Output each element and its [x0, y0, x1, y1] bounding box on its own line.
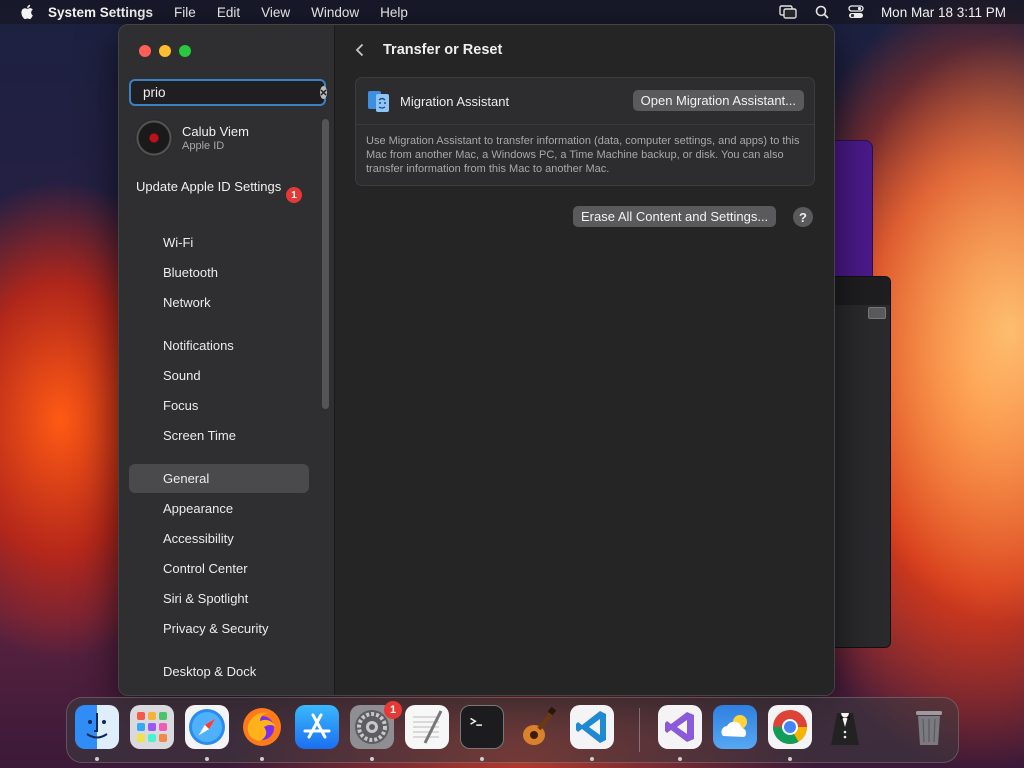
dock-finder-icon[interactable] — [75, 705, 119, 749]
dock-firefox-icon[interactable] — [240, 705, 284, 749]
sidebar-item-accessibility[interactable]: Accessibility — [129, 524, 309, 553]
sidebar-item-desktop-dock[interactable]: Desktop & Dock — [129, 657, 309, 686]
dock-launchpad-icon[interactable] — [130, 705, 174, 749]
minimize-window-button[interactable] — [159, 45, 171, 57]
update-apple-id-settings[interactable]: Update Apple ID Settings — [136, 179, 306, 195]
menu-window[interactable]: Window — [311, 5, 359, 20]
system-settings-badge: 1 — [384, 701, 402, 719]
dock-app-store-icon[interactable] — [295, 705, 339, 749]
sidebar-item-sound[interactable]: Sound — [129, 361, 309, 390]
avatar — [135, 119, 173, 157]
close-window-button[interactable] — [139, 45, 151, 57]
sidebar-item-control-center[interactable]: Control Center — [129, 554, 309, 583]
sidebar-item-label: Focus — [163, 398, 199, 413]
dock-weather-icon[interactable] — [713, 705, 757, 749]
sidebar-item-label: Network — [163, 295, 211, 310]
sidebar: Calub Viem Apple ID Update Apple ID Sett… — [119, 25, 335, 695]
menu-file[interactable]: File — [174, 5, 196, 20]
update-badge: 1 — [286, 187, 302, 203]
sidebar-scrollbar[interactable] — [322, 119, 329, 409]
menu-bar: System Settings File Edit View Window He… — [0, 0, 1024, 24]
menu-view[interactable]: View — [261, 5, 290, 20]
spotlight-search-icon[interactable] — [813, 4, 831, 20]
dock-chrome-icon[interactable] — [768, 705, 812, 749]
sidebar-item-privacy-security[interactable]: Privacy & Security — [129, 614, 309, 643]
migration-assistant-icon — [368, 91, 389, 112]
help-button[interactable]: ? — [793, 207, 813, 227]
search-input[interactable] — [143, 85, 320, 100]
sidebar-item-general[interactable]: General — [129, 464, 309, 493]
search-field[interactable] — [129, 79, 327, 106]
running-indicator — [678, 757, 682, 761]
clear-search-icon[interactable] — [320, 86, 327, 99]
sidebar-item-label: Accessibility — [163, 531, 234, 546]
sidebar-item-siri-spotlight[interactable]: Siri & Spotlight — [129, 584, 309, 613]
sidebar-item-screen-time[interactable]: Screen Time — [129, 421, 309, 450]
running-indicator — [480, 757, 484, 761]
main-content: Transfer or Reset Migration Assistant Op… — [335, 25, 834, 695]
page-title: Transfer or Reset — [383, 42, 503, 58]
sidebar-item-label: Wi-Fi — [163, 235, 194, 250]
zoom-window-button[interactable] — [179, 45, 191, 57]
sidebar-item-network[interactable]: Network — [129, 288, 309, 317]
running-indicator — [95, 757, 99, 761]
dock-textedit-icon[interactable] — [405, 705, 449, 749]
menu-edit[interactable]: Edit — [217, 5, 240, 20]
sidebar-item-appearance[interactable]: Appearance — [129, 494, 309, 523]
dock-terminal-icon[interactable] — [460, 705, 504, 749]
back-chevron-icon[interactable] — [355, 41, 369, 59]
sidebar-item-label: General — [163, 471, 210, 486]
sidebar-item-label: Bluetooth — [163, 265, 218, 280]
migration-assistant-card: Migration Assistant Open Migration Assis… — [355, 77, 815, 186]
window-controls — [139, 45, 199, 57]
card-divider — [356, 124, 814, 125]
sidebar-item-label: Privacy & Security — [163, 621, 269, 636]
sidebar-item-label: Appearance — [163, 501, 234, 516]
dock-bartender-icon[interactable] — [823, 705, 867, 749]
sidebar-item-focus[interactable]: Focus — [129, 391, 309, 420]
sidebar-item-label: Sound — [163, 368, 201, 383]
screen-mirroring-icon[interactable] — [779, 4, 797, 20]
dock: 1 — [66, 697, 959, 763]
apple-id-account[interactable]: Calub Viem Apple ID — [135, 119, 249, 157]
running-indicator — [788, 757, 792, 761]
background-window-button — [868, 307, 886, 319]
apple-logo-icon[interactable] — [20, 4, 34, 20]
account-subtitle: Apple ID — [182, 140, 225, 152]
running-indicator — [590, 757, 594, 761]
menu-app-name[interactable]: System Settings — [48, 5, 153, 20]
page-header: Transfer or Reset — [355, 41, 502, 59]
sidebar-item-label: Siri & Spotlight — [163, 591, 249, 606]
dock-separator — [639, 708, 640, 752]
running-indicator — [260, 757, 264, 761]
dock-safari-icon[interactable] — [185, 705, 229, 749]
open-migration-assistant-button[interactable]: Open Migration Assistant... — [632, 90, 804, 111]
sidebar-item-wifi[interactable]: Wi-Fi — [129, 228, 309, 257]
dock-trash-icon[interactable] — [907, 705, 951, 749]
running-indicator — [370, 757, 374, 761]
sidebar-item-notifications[interactable]: Notifications — [129, 331, 309, 360]
sidebar-item-label: Screen Time — [163, 428, 236, 443]
erase-all-content-button[interactable]: Erase All Content and Settings... — [573, 206, 777, 227]
system-settings-window: Calub Viem Apple ID Update Apple ID Sett… — [118, 24, 835, 696]
control-center-icon[interactable] — [847, 4, 865, 20]
sidebar-item-label: Notifications — [163, 338, 234, 353]
dock-visual-studio-icon[interactable] — [658, 705, 702, 749]
dock-garageband-icon[interactable] — [515, 705, 559, 749]
account-name: Calub Viem — [182, 124, 249, 139]
migration-assistant-title: Migration Assistant — [400, 94, 510, 109]
menu-clock[interactable]: Mon Mar 18 3:11 PM — [881, 5, 1006, 20]
running-indicator — [205, 757, 209, 761]
sidebar-item-label: Desktop & Dock — [163, 664, 257, 679]
migration-description: Use Migration Assistant to transfer info… — [366, 135, 800, 175]
menu-help[interactable]: Help — [380, 5, 408, 20]
sidebar-item-label: Control Center — [163, 561, 248, 576]
sidebar-item-bluetooth[interactable]: Bluetooth — [129, 258, 309, 287]
dock-vscode-icon[interactable] — [570, 705, 614, 749]
